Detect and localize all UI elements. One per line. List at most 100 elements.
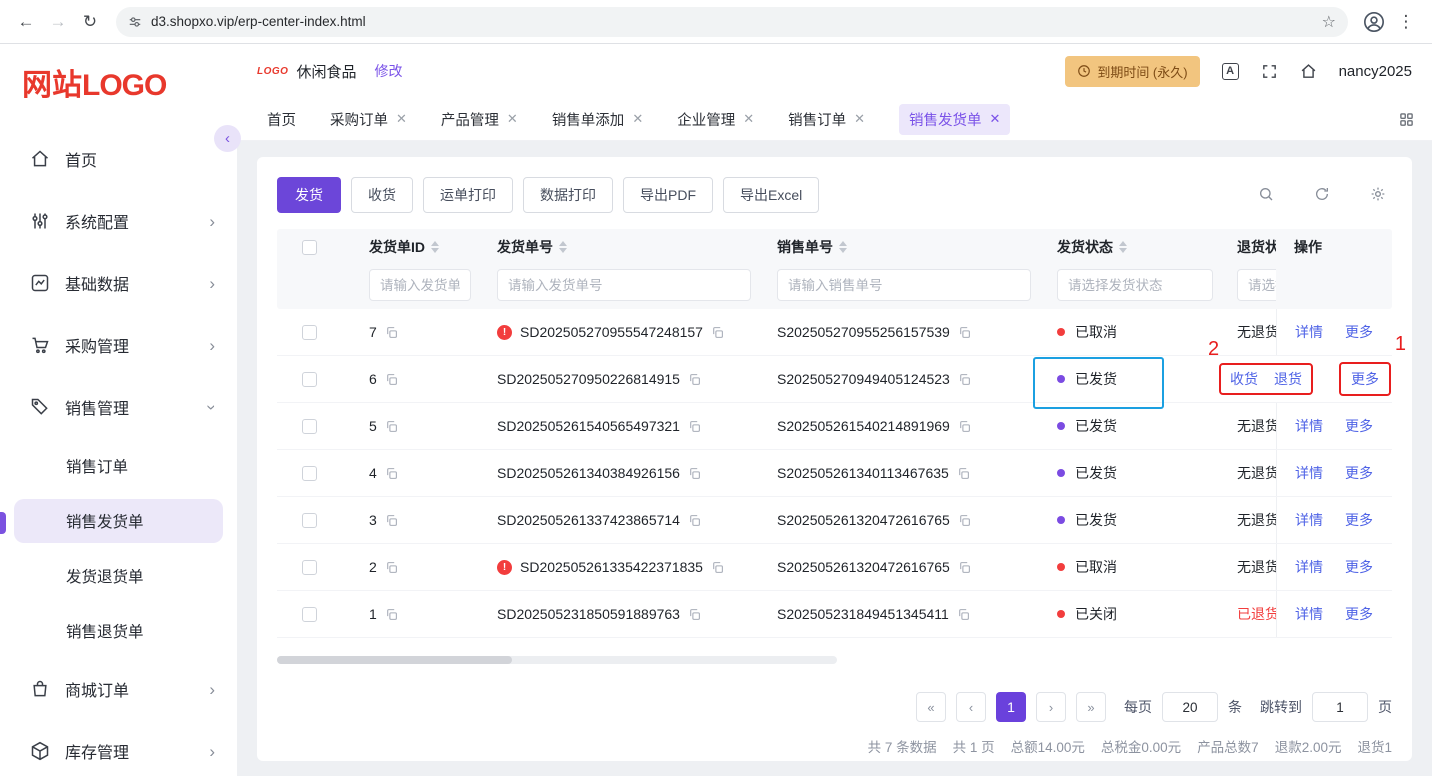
search-icon[interactable] xyxy=(1258,186,1274,205)
copy-icon[interactable] xyxy=(385,326,398,339)
bookmark-star-icon[interactable]: ☆ xyxy=(1316,12,1342,32)
scrollbar-thumb[interactable] xyxy=(277,656,512,664)
copy-icon[interactable] xyxy=(688,514,701,527)
tabs-grid-icon[interactable] xyxy=(1399,112,1414,127)
next-page-button[interactable]: › xyxy=(1036,692,1066,722)
row-checkbox[interactable] xyxy=(301,606,317,622)
copy-icon[interactable] xyxy=(958,326,971,339)
detail-link[interactable]: 详情 xyxy=(1295,322,1323,342)
detail-link[interactable]: 详情 xyxy=(1295,416,1323,436)
filter-delivery-id-input[interactable] xyxy=(369,269,471,301)
first-page-button[interactable]: « xyxy=(916,692,946,722)
profile-icon[interactable] xyxy=(1358,6,1390,38)
filter-delivery-no-input[interactable] xyxy=(497,269,751,301)
sidebar-item-sales-delivery[interactable]: 销售发货单 xyxy=(14,499,223,543)
export-excel-button[interactable]: 导出Excel xyxy=(723,177,820,213)
copy-icon[interactable] xyxy=(958,561,971,574)
sidebar-item-home[interactable]: 首页 xyxy=(14,134,223,184)
site-settings-icon[interactable] xyxy=(128,15,142,29)
export-pdf-button[interactable]: 导出PDF xyxy=(623,177,713,213)
more-link[interactable]: 更多 xyxy=(1351,371,1379,387)
tab-sales-add[interactable]: 销售单添加 ✕ xyxy=(552,109,643,130)
jump-input[interactable]: 1 xyxy=(1312,692,1368,722)
close-icon[interactable]: ✕ xyxy=(990,111,1001,127)
more-link[interactable]: 更多 xyxy=(1345,604,1373,624)
copy-icon[interactable] xyxy=(957,608,970,621)
copy-icon[interactable] xyxy=(688,467,701,480)
more-link[interactable]: 更多 xyxy=(1345,557,1373,577)
sort-icon[interactable] xyxy=(559,241,567,253)
tab-sales-delivery[interactable]: 销售发货单 ✕ xyxy=(899,103,1011,135)
settings-icon[interactable] xyxy=(1370,186,1386,205)
row-checkbox[interactable] xyxy=(301,465,317,481)
sidebar-item-delivery-return[interactable]: 发货退货单 xyxy=(14,554,223,598)
copy-icon[interactable] xyxy=(688,608,701,621)
copy-icon[interactable] xyxy=(688,373,701,386)
sort-icon[interactable] xyxy=(431,241,439,253)
close-icon[interactable]: ✕ xyxy=(632,111,643,127)
ship-button[interactable]: 发货 xyxy=(277,177,341,213)
detail-link[interactable]: 详情 xyxy=(1295,604,1323,624)
close-icon[interactable]: ✕ xyxy=(396,111,407,127)
close-icon[interactable]: ✕ xyxy=(854,111,865,127)
more-link[interactable]: 更多 xyxy=(1345,416,1373,436)
forward-button[interactable]: → xyxy=(42,6,74,38)
sort-icon[interactable] xyxy=(839,241,847,253)
row-checkbox[interactable] xyxy=(301,324,317,340)
filter-return-status-select[interactable] xyxy=(1237,269,1276,301)
sidebar-item-sales-return[interactable]: 销售退货单 xyxy=(14,609,223,653)
filter-sales-no-input[interactable] xyxy=(777,269,1031,301)
sidebar-item-system-config[interactable]: 系统配置 › xyxy=(14,196,223,246)
more-link[interactable]: 更多 xyxy=(1345,322,1373,342)
detail-link[interactable]: 详情 xyxy=(1295,510,1323,530)
detail-link[interactable]: 详情 xyxy=(1295,557,1323,577)
sidebar-collapse-button[interactable]: ‹ xyxy=(214,125,241,152)
sidebar-item-inventory[interactable]: 库存管理 › xyxy=(14,726,223,776)
copy-icon[interactable] xyxy=(958,420,971,433)
copy-icon[interactable] xyxy=(385,608,398,621)
more-link[interactable]: 更多 xyxy=(1345,510,1373,530)
sidebar-item-mall-order[interactable]: 商城订单 › xyxy=(14,664,223,714)
tab-enterprise[interactable]: 企业管理 ✕ xyxy=(677,109,754,130)
refresh-icon[interactable] xyxy=(1314,186,1330,205)
copy-icon[interactable] xyxy=(385,514,398,527)
copy-icon[interactable] xyxy=(958,373,971,386)
tab-product-mgmt[interactable]: 产品管理 ✕ xyxy=(441,109,518,130)
fullscreen-icon[interactable] xyxy=(1261,63,1278,80)
username[interactable]: nancy2025 xyxy=(1339,63,1412,80)
tab-home[interactable]: 首页 xyxy=(267,109,296,130)
browser-menu-icon[interactable]: ⋮ xyxy=(1390,6,1422,38)
close-icon[interactable]: ✕ xyxy=(743,111,754,127)
copy-icon[interactable] xyxy=(958,514,971,527)
modify-link[interactable]: 修改 xyxy=(374,61,402,81)
waybill-print-button[interactable]: 运单打印 xyxy=(423,177,513,213)
horizontal-scrollbar[interactable] xyxy=(277,656,837,664)
copy-icon[interactable] xyxy=(711,561,724,574)
data-print-button[interactable]: 数据打印 xyxy=(523,177,613,213)
home-icon[interactable] xyxy=(1300,63,1317,80)
tab-purchase-order[interactable]: 采购订单 ✕ xyxy=(330,109,407,130)
page-button-1[interactable]: 1 xyxy=(996,692,1026,722)
per-page-select[interactable]: 20 xyxy=(1162,692,1218,722)
refund-link[interactable]: 退货 xyxy=(1274,369,1302,389)
row-checkbox[interactable] xyxy=(301,371,317,387)
row-checkbox[interactable] xyxy=(301,512,317,528)
sidebar-item-sales-order[interactable]: 销售订单 xyxy=(14,444,223,488)
translate-icon[interactable]: A xyxy=(1221,62,1239,80)
filter-status-select[interactable] xyxy=(1057,269,1213,301)
row-checkbox[interactable] xyxy=(301,418,317,434)
close-icon[interactable]: ✕ xyxy=(507,111,518,127)
detail-link[interactable]: 详情 xyxy=(1295,463,1323,483)
copy-icon[interactable] xyxy=(385,420,398,433)
select-all-checkbox[interactable] xyxy=(301,239,317,255)
sidebar-item-sales[interactable]: 销售管理 › xyxy=(14,382,223,432)
copy-icon[interactable] xyxy=(711,326,724,339)
prev-page-button[interactable]: ‹ xyxy=(956,692,986,722)
copy-icon[interactable] xyxy=(385,561,398,574)
tab-sales-order[interactable]: 销售订单 ✕ xyxy=(788,109,865,130)
sort-icon[interactable] xyxy=(1119,241,1127,253)
last-page-button[interactable]: » xyxy=(1076,692,1106,722)
copy-icon[interactable] xyxy=(957,467,970,480)
copy-icon[interactable] xyxy=(688,420,701,433)
receive-button[interactable]: 收货 xyxy=(351,177,413,213)
